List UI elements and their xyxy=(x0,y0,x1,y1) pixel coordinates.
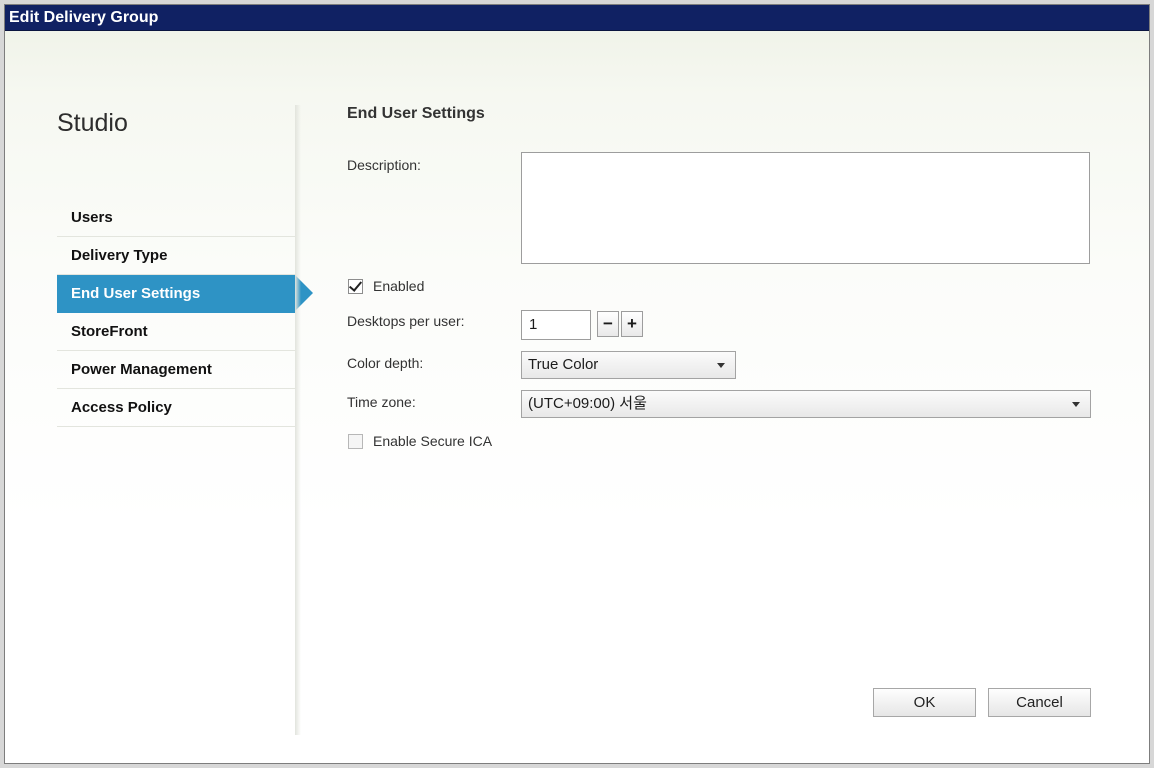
window-title: Edit Delivery Group xyxy=(5,5,1149,31)
sidebar-item-delivery-type[interactable]: Delivery Type xyxy=(57,237,295,275)
secure-ica-label: Enable Secure ICA xyxy=(373,433,493,449)
color-depth-label: Color depth: xyxy=(347,355,424,371)
chevron-down-icon xyxy=(1072,402,1080,407)
description-field[interactable] xyxy=(521,152,1090,264)
time-zone-select[interactable]: (UTC+09:00) 서울 xyxy=(521,390,1091,418)
decrement-button[interactable]: − xyxy=(597,311,619,337)
section-title: End User Settings xyxy=(347,105,485,122)
sidebar-heading: Studio xyxy=(57,109,128,137)
color-depth-value: True Color xyxy=(528,356,599,373)
cancel-button[interactable]: Cancel xyxy=(988,688,1091,717)
time-zone-value: (UTC+09:00) 서울 xyxy=(528,395,647,412)
sidebar-divider xyxy=(295,105,301,735)
color-depth-select[interactable]: True Color xyxy=(521,351,736,379)
ok-button[interactable]: OK xyxy=(873,688,976,717)
desktops-per-user-input[interactable]: 1 xyxy=(521,310,591,340)
enabled-checkbox[interactable] xyxy=(348,278,363,294)
sidebar-item-power-management[interactable]: Power Management xyxy=(57,351,295,389)
increment-button[interactable]: + xyxy=(621,311,643,337)
desktops-per-user-label: Desktops per user: xyxy=(347,313,465,329)
checkmark-icon xyxy=(348,278,363,292)
sidebar-item-end-user-settings[interactable]: End User Settings xyxy=(57,275,313,313)
sidebar-nav: Users Delivery Type End User Settings St… xyxy=(57,199,313,427)
sidebar-item-storefront[interactable]: StoreFront xyxy=(57,313,295,351)
sidebar-item-users[interactable]: Users xyxy=(57,199,295,237)
chevron-down-icon xyxy=(717,363,725,368)
enabled-label: Enabled xyxy=(373,278,425,294)
sidebar-item-access-policy[interactable]: Access Policy xyxy=(57,389,295,427)
description-label: Description: xyxy=(347,157,421,173)
time-zone-label: Time zone: xyxy=(347,394,416,410)
edit-delivery-group-window: Edit Delivery Group Studio Users Deliver… xyxy=(4,4,1150,764)
secure-ica-checkbox[interactable] xyxy=(348,434,363,449)
